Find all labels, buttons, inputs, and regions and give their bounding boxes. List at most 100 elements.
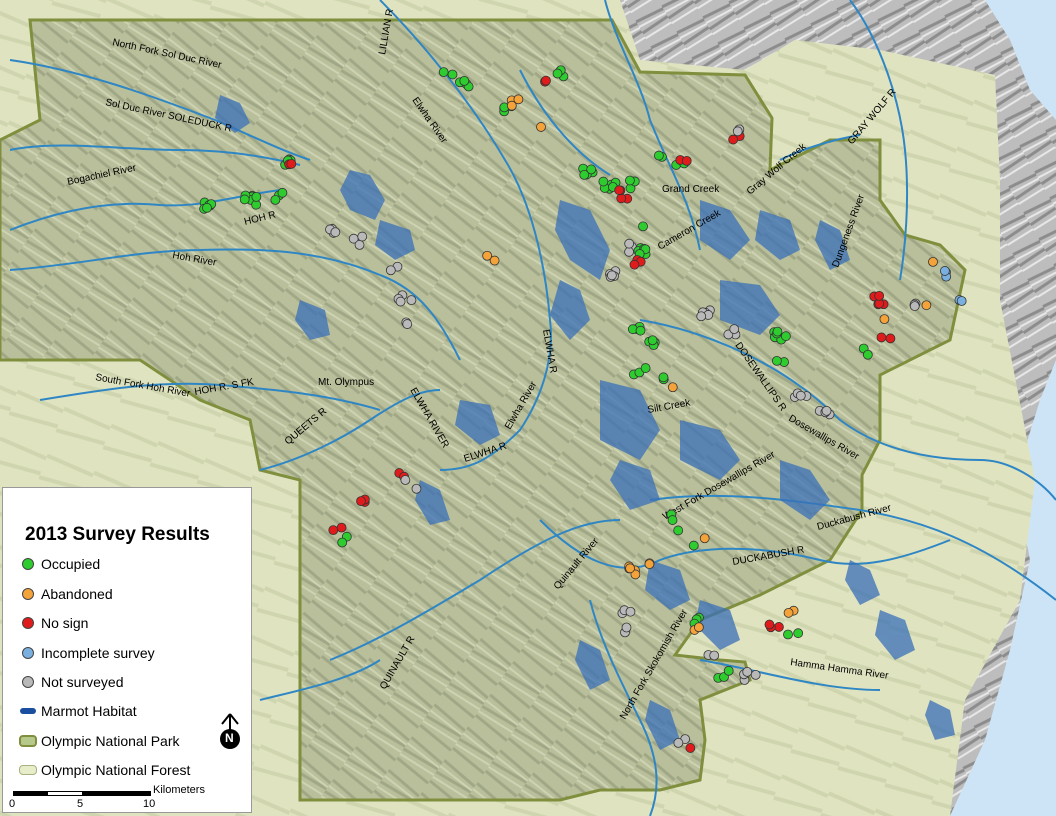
legend-label: Marmot Habitat <box>41 703 137 719</box>
survey-point-abandoned[interactable] <box>644 559 655 570</box>
survey-point-no-sign[interactable] <box>336 522 347 533</box>
survey-point-occupied[interactable] <box>239 194 250 205</box>
survey-point-occupied[interactable] <box>688 540 699 551</box>
survey-point-no-sign[interactable] <box>728 134 739 145</box>
scale-bar <box>13 791 151 796</box>
survey-point-occupied[interactable] <box>598 176 609 187</box>
survey-point-occupied[interactable] <box>251 191 262 202</box>
survey-point-not-surveyed[interactable] <box>411 483 422 494</box>
survey-point-incomplete[interactable] <box>939 266 950 276</box>
survey-point-incomplete[interactable] <box>956 296 967 306</box>
survey-point-no-sign[interactable] <box>685 743 696 753</box>
survey-point-no-sign[interactable] <box>286 158 297 169</box>
survey-point-occupied[interactable] <box>579 170 590 180</box>
survey-point-abandoned[interactable] <box>921 300 932 311</box>
survey-point-not-surveyed[interactable] <box>795 390 806 401</box>
legend-label: Olympic National Park <box>41 733 180 749</box>
survey-point-not-surveyed[interactable] <box>729 324 740 335</box>
survey-point-not-surveyed[interactable] <box>821 405 832 416</box>
survey-point-occupied[interactable] <box>640 363 651 373</box>
survey-point-not-surveyed[interactable] <box>385 265 396 276</box>
survey-point-occupied[interactable] <box>625 175 635 186</box>
survey-point-occupied[interactable] <box>647 335 658 346</box>
survey-point-occupied[interactable] <box>552 68 563 79</box>
survey-point-not-surveyed[interactable] <box>732 126 743 137</box>
survey-point-occupied[interactable] <box>862 349 873 360</box>
survey-point-not-surveyed[interactable] <box>606 270 617 281</box>
survey-point-occupied[interactable] <box>723 665 734 676</box>
label-grand-creek: Grand Creek <box>662 184 720 195</box>
survey-point-abandoned[interactable] <box>879 314 890 325</box>
survey-point-not-surveyed[interactable] <box>624 246 634 257</box>
survey-point-no-sign[interactable] <box>328 525 339 535</box>
legend-item-occupied: Occupied <box>19 554 100 574</box>
survey-point-not-surveyed[interactable] <box>621 622 632 633</box>
occupied-dot-icon <box>22 558 34 570</box>
survey-point-not-surveyed[interactable] <box>750 670 761 680</box>
legend-item-marmot-habitat: Marmot Habitat <box>19 701 137 721</box>
survey-point-abandoned[interactable] <box>783 607 794 618</box>
survey-point-no-sign[interactable] <box>629 259 640 270</box>
survey-point-not-surveyed[interactable] <box>909 301 920 311</box>
survey-point-not-surveyed[interactable] <box>330 227 341 238</box>
survey-point-abandoned[interactable] <box>667 382 678 393</box>
legend-item-no-sign: No sign <box>19 613 88 633</box>
survey-point-occupied[interactable] <box>673 525 684 536</box>
incomplete-dot-icon <box>22 647 34 659</box>
habitat-swatch-icon <box>20 708 36 714</box>
survey-point-not-surveyed[interactable] <box>696 311 707 322</box>
survey-point-abandoned[interactable] <box>693 622 704 633</box>
legend-label: Incomplete survey <box>41 645 155 661</box>
survey-point-abandoned[interactable] <box>928 256 938 267</box>
survey-point-no-sign[interactable] <box>614 185 625 196</box>
survey-point-not-surveyed[interactable] <box>357 231 368 242</box>
survey-point-not-surveyed[interactable] <box>406 295 417 306</box>
survey-point-not-surveyed[interactable] <box>673 738 684 748</box>
survey-point-occupied[interactable] <box>277 187 288 198</box>
survey-point-occupied[interactable] <box>658 372 669 383</box>
survey-point-occupied[interactable] <box>202 202 212 213</box>
survey-point-occupied[interactable] <box>638 221 648 232</box>
survey-point-not-surveyed[interactable] <box>709 650 720 661</box>
survey-point-occupied[interactable] <box>635 325 646 336</box>
survey-point-abandoned[interactable] <box>506 100 517 111</box>
survey-point-no-sign[interactable] <box>876 332 887 343</box>
survey-point-occupied[interactable] <box>653 150 664 161</box>
legend-item-not-surveyed: Not surveyed <box>19 672 123 692</box>
survey-point-no-sign[interactable] <box>764 619 775 630</box>
survey-point-not-surveyed[interactable] <box>354 240 365 250</box>
survey-point-occupied[interactable] <box>771 355 782 366</box>
survey-point-no-sign[interactable] <box>885 333 896 344</box>
survey-point-occupied[interactable] <box>793 628 804 639</box>
survey-point-occupied[interactable] <box>783 629 793 640</box>
survey-point-no-sign[interactable] <box>541 75 551 86</box>
survey-point-abandoned[interactable] <box>625 563 635 574</box>
survey-point-no-sign[interactable] <box>681 155 692 166</box>
survey-point-abandoned[interactable] <box>536 122 546 132</box>
survey-point-no-sign[interactable] <box>356 496 366 507</box>
survey-point-occupied[interactable] <box>438 67 449 78</box>
survey-point-not-surveyed[interactable] <box>400 475 411 485</box>
survey-point-no-sign[interactable] <box>774 622 784 632</box>
survey-point-occupied[interactable] <box>270 194 281 205</box>
not-surveyed-dot-icon <box>22 676 34 688</box>
survey-point-no-sign[interactable] <box>874 290 885 301</box>
legend: 2013 Survey Results Occupied Abandoned N… <box>2 487 252 813</box>
survey-point-occupied[interactable] <box>459 76 470 86</box>
survey-point-abandoned[interactable] <box>489 255 500 266</box>
legend-title: 2013 Survey Results <box>25 524 210 545</box>
survey-point-occupied[interactable] <box>337 537 348 548</box>
survey-point-not-surveyed[interactable] <box>742 666 753 677</box>
survey-point-not-surveyed[interactable] <box>624 238 635 249</box>
survey-point-not-surveyed[interactable] <box>395 296 406 307</box>
survey-point-abandoned[interactable] <box>699 533 710 544</box>
survey-point-occupied[interactable] <box>667 515 678 525</box>
survey-point-occupied[interactable] <box>772 326 783 337</box>
survey-point-occupied[interactable] <box>447 69 458 80</box>
survey-point-occupied[interactable] <box>780 331 791 342</box>
survey-point-not-surveyed[interactable] <box>402 319 413 329</box>
survey-point-not-surveyed[interactable] <box>625 606 636 617</box>
forest-swatch-icon <box>19 765 37 775</box>
legend-label: Abandoned <box>41 586 113 602</box>
abandoned-dot-icon <box>22 588 34 600</box>
